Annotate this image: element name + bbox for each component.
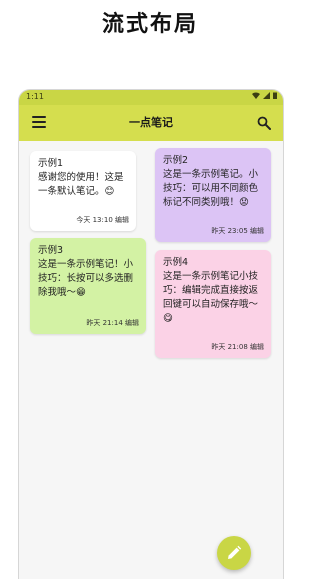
note-title: 示例4 (163, 257, 189, 268)
status-icons (252, 92, 277, 99)
battery-icon (273, 92, 277, 99)
note-body: 这是一条示例笔记！小技巧：长按可以多选删除我哦～😁 (38, 259, 134, 298)
note-timestamp: 昨天 21:14 编辑 (86, 319, 139, 327)
note-timestamp: 今天 13:10 编辑 (76, 216, 129, 224)
status-bar: 1:11 (19, 90, 283, 105)
note-timestamp: 昨天 23:05 编辑 (211, 227, 264, 235)
new-note-button[interactable] (217, 536, 251, 570)
app-title: 一点笔记 (129, 116, 173, 129)
note-card-3[interactable]: 示例3 这是一条示例笔记！小技巧：长按可以多选删除我哦～😁 昨天 21:14 编… (30, 238, 146, 334)
note-body: 这是一条示例笔记小技巧：编辑完成直接按返回键可以自动保存哦～😋 (163, 271, 259, 324)
note-card-1[interactable]: 示例1 感谢您的使用！这是一条默认笔记。😊 今天 13:10 编辑 (30, 151, 136, 231)
note-title: 示例2 (163, 155, 189, 166)
note-card-4[interactable]: 示例4 这是一条示例笔记小技巧：编辑完成直接按返回键可以自动保存哦～😋 昨天 2… (155, 250, 271, 358)
note-body: 感谢您的使用！这是一条默认笔记。😊 (38, 172, 124, 197)
note-title: 示例3 (38, 245, 64, 256)
note-title: 示例1 (38, 158, 64, 169)
search-icon[interactable] (257, 116, 271, 130)
pencil-icon (228, 545, 242, 559)
note-card-2[interactable]: 示例2 这是一条示例笔记。小技巧：可以用不同颜色标记不同类别哦！😟 昨天 23:… (155, 148, 271, 242)
page-headline: 流式布局 (101, 12, 198, 37)
app-bar: 一点笔记 (19, 105, 283, 141)
status-time: 1:11 (26, 92, 44, 101)
phone-frame: 1:11 一点笔记 示例1 感谢您的使用！这是一条默认笔记。😊 今天 13:10… (18, 89, 284, 579)
note-timestamp: 昨天 21:08 编辑 (211, 343, 264, 351)
signal-icon (263, 92, 270, 99)
wifi-icon (252, 92, 260, 99)
note-body: 这是一条示例笔记。小技巧：可以用不同颜色标记不同类别哦！😟 (163, 169, 259, 208)
